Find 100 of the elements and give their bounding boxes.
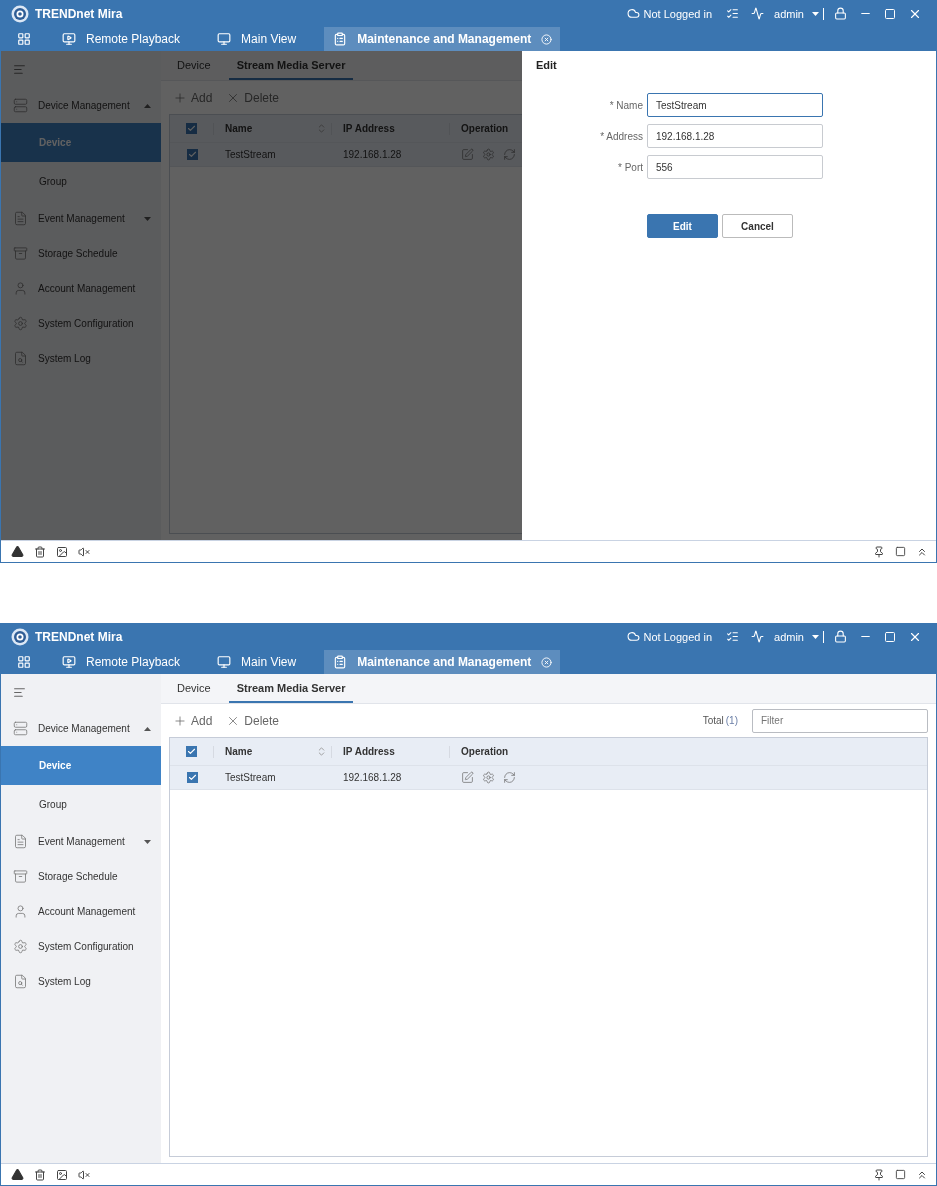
sidebar-item[interactable]: System Configuration	[1, 306, 161, 341]
event-icon	[13, 834, 28, 849]
tab[interactable]: Remote Playback	[53, 650, 189, 674]
sidebar-item[interactable]: Device Management	[1, 88, 161, 123]
plus-icon	[173, 713, 187, 728]
image-icon[interactable]	[56, 1168, 68, 1181]
mute-icon[interactable]	[78, 1168, 90, 1181]
column-header: Operation	[461, 746, 510, 757]
mute-icon[interactable]	[78, 545, 90, 558]
trash-icon[interactable]	[34, 545, 46, 558]
cloud-icon	[626, 630, 640, 643]
table-cell: 192.168.1.28	[343, 772, 402, 783]
edit-button[interactable]: Edit	[647, 214, 718, 238]
total-label: Total	[702, 715, 724, 726]
filter-field[interactable]: Filter	[752, 708, 928, 733]
sidebar-item[interactable]: Event Management	[1, 201, 161, 236]
column-header: Name	[225, 746, 254, 757]
window-icon[interactable]	[895, 1169, 906, 1180]
input-field[interactable]: 192.168.1.28	[647, 124, 823, 148]
sidebar-item[interactable]: Group	[1, 785, 161, 824]
column-header: Operation	[461, 123, 510, 134]
sub-tab[interactable]: Device	[169, 51, 219, 80]
field-label: * Port	[617, 161, 643, 173]
caret-icon[interactable]	[812, 634, 819, 639]
user-name[interactable]: admin	[774, 630, 804, 643]
tab[interactable]: Maintenance and Management	[324, 27, 561, 51]
table-cell: TestStream	[225, 149, 276, 160]
window-icon[interactable]	[895, 546, 906, 557]
plus-icon	[173, 90, 187, 105]
trash-icon[interactable]	[34, 1168, 46, 1181]
close-tab-icon[interactable]	[541, 33, 553, 45]
play-screen-icon	[62, 32, 76, 46]
maximize-icon[interactable]	[884, 630, 896, 643]
table-cell: 192.168.1.28	[343, 149, 402, 160]
device-icon	[13, 721, 28, 736]
sidebar-item[interactable]: Storage Schedule	[1, 859, 161, 894]
monitor-icon	[217, 32, 232, 46]
maximize-icon[interactable]	[884, 7, 896, 20]
sub-tab[interactable]: Stream Media Server	[228, 674, 354, 703]
sidebar-item[interactable]: Device Management	[1, 711, 161, 746]
pin-icon[interactable]	[873, 545, 885, 558]
sidebar-item[interactable]: Device	[1, 746, 161, 785]
device-icon	[13, 98, 28, 113]
image-icon[interactable]	[56, 545, 68, 558]
logo-icon	[11, 4, 29, 23]
field-label: * Name	[608, 99, 643, 111]
activity-icon[interactable]	[751, 7, 765, 20]
expand-icon[interactable]	[144, 839, 151, 844]
sidebar-item[interactable]: System Log	[1, 341, 161, 376]
row-checkbox[interactable]	[186, 772, 198, 783]
tab[interactable]: Maintenance and Management	[324, 650, 561, 674]
log-icon	[13, 351, 28, 366]
column-header: Name	[225, 123, 254, 134]
logo-icon	[11, 627, 29, 646]
delete-button[interactable]: Delete	[226, 90, 280, 105]
user-name[interactable]: admin	[774, 7, 804, 20]
close-tab-icon[interactable]	[541, 656, 553, 668]
tab[interactable]: Main View	[208, 650, 305, 674]
caret-icon[interactable]	[812, 11, 819, 16]
table-cell: TestStream	[225, 772, 276, 783]
select-all-checkbox[interactable]	[186, 123, 197, 134]
list-icon[interactable]	[726, 630, 740, 643]
select-all-checkbox[interactable]	[186, 746, 197, 757]
total-count: (1)	[725, 715, 738, 726]
tab[interactable]: Main View	[208, 27, 305, 51]
warning-icon[interactable]	[11, 545, 24, 558]
menu-icon[interactable]	[13, 686, 26, 699]
play-screen-icon	[62, 655, 76, 669]
sidebar-item[interactable]: System Configuration	[1, 929, 161, 964]
list-icon[interactable]	[726, 7, 740, 20]
collapse-icon[interactable]	[144, 726, 151, 731]
login-status: Not Logged in	[643, 7, 713, 20]
account-icon	[13, 281, 28, 296]
refresh-icon[interactable]	[503, 771, 516, 784]
warning-icon[interactable]	[11, 1168, 24, 1181]
delete-button[interactable]: Delete	[226, 713, 280, 728]
sub-tab[interactable]: Stream Media Server	[228, 51, 354, 80]
sidebar-item[interactable]: Storage Schedule	[1, 236, 161, 271]
config-icon	[13, 316, 28, 331]
dialog-title: Edit	[536, 59, 558, 71]
sidebar-item[interactable]: Account Management	[1, 894, 161, 929]
lock-icon[interactable]	[834, 7, 847, 20]
pin-icon[interactable]	[873, 1168, 885, 1181]
sub-tab[interactable]: Device	[169, 674, 219, 703]
tab[interactable]: Remote Playback	[53, 27, 189, 51]
lock-icon[interactable]	[834, 630, 847, 643]
input-field[interactable]: TestStream	[647, 93, 823, 117]
sidebar-item[interactable]: Account Management	[1, 271, 161, 306]
activity-icon[interactable]	[751, 630, 765, 643]
monitor-icon	[217, 655, 232, 669]
sidebar-item[interactable]: Group	[1, 162, 161, 201]
cancel-button[interactable]: Cancel	[722, 214, 793, 238]
sidebar-item[interactable]: Event Management	[1, 824, 161, 859]
sidebar-item[interactable]: System Log	[1, 964, 161, 999]
field-label: * Address	[599, 130, 643, 142]
row-checkbox[interactable]	[186, 149, 198, 160]
clipboard-icon	[333, 32, 348, 46]
add-button[interactable]: Add	[173, 90, 213, 105]
input-field[interactable]: 556	[647, 155, 823, 179]
add-button[interactable]: Add	[173, 713, 213, 728]
